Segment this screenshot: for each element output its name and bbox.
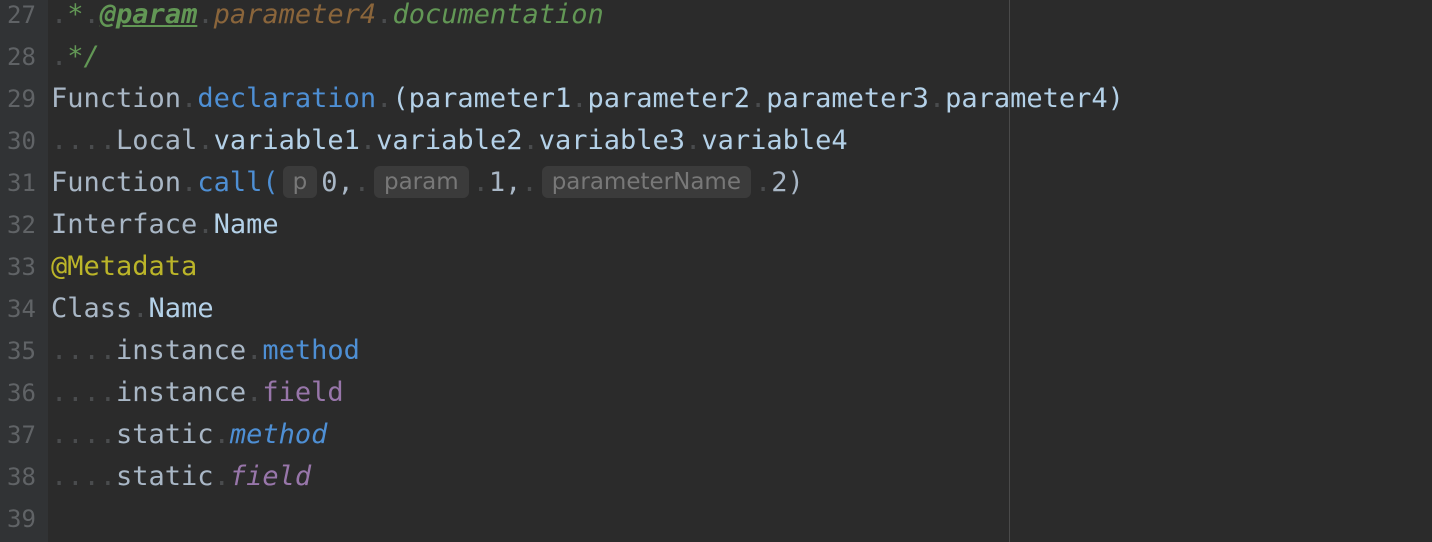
static-method: method bbox=[229, 419, 328, 450]
line-number: 29 bbox=[7, 85, 36, 113]
code-text: Function.declaration.(parameter1.paramet… bbox=[51, 83, 1124, 114]
instance-field: field bbox=[262, 377, 344, 408]
parameter: parameter3 bbox=[766, 83, 929, 114]
doc-star: * bbox=[67, 0, 84, 30]
line-number: 34 bbox=[7, 295, 36, 323]
keyword: static bbox=[116, 461, 214, 492]
code-line-34[interactable]: 34 Class.Name bbox=[0, 288, 1432, 330]
interface-name: Name bbox=[213, 209, 279, 240]
line-number: 37 bbox=[7, 421, 36, 449]
keyword: Interface bbox=[51, 209, 198, 240]
function-declaration-name: declaration bbox=[197, 83, 377, 114]
code-line-37[interactable]: 37 ....static.method bbox=[0, 414, 1432, 456]
code-line-27[interactable]: 27 .*.@param.parameter4.documentation bbox=[0, 0, 1432, 36]
keyword: Local bbox=[116, 125, 198, 156]
code-line-31[interactable]: 31 Function.call(p 0,. param .1,. parameterN… bbox=[0, 162, 1432, 204]
keyword: Function bbox=[51, 167, 182, 198]
local-variable: variable1 bbox=[213, 125, 360, 156]
code-text: ....static.field bbox=[51, 461, 312, 492]
line-number: 31 bbox=[7, 169, 36, 197]
parameter: (parameter1 bbox=[392, 83, 572, 114]
function-call-name: call( bbox=[197, 167, 279, 198]
code-text: ....instance.field bbox=[51, 377, 344, 408]
line-number: 27 bbox=[7, 1, 36, 29]
parameter-hint: param bbox=[373, 166, 469, 198]
doc-tag: @param bbox=[99, 0, 198, 30]
keyword: Class bbox=[51, 293, 133, 324]
keyword: Function bbox=[51, 83, 182, 114]
doc-text: documentation bbox=[392, 0, 604, 30]
doc-param-name: parameter4 bbox=[213, 0, 377, 30]
keyword: static bbox=[116, 419, 214, 450]
code-text: .*/ bbox=[51, 41, 100, 72]
line-number: 38 bbox=[7, 463, 36, 491]
metadata-annotation: @Metadata bbox=[51, 251, 198, 282]
argument: 0, bbox=[321, 167, 354, 198]
instance-method: method bbox=[262, 335, 360, 366]
code-text: Interface.Name bbox=[51, 209, 279, 240]
code-line-30[interactable]: 30 ....Local.variable1.variable2.variabl… bbox=[0, 120, 1432, 162]
line-number: 33 bbox=[7, 253, 36, 281]
code-text: ....Local.variable1.variable2.variable3.… bbox=[51, 125, 848, 156]
local-variable: variable3 bbox=[538, 125, 686, 156]
doc-end: */ bbox=[67, 41, 100, 72]
code-line-39[interactable]: 39 bbox=[0, 498, 1432, 540]
code-text: .*.@param.parameter4.documentation bbox=[51, 0, 604, 30]
line-number: 28 bbox=[7, 43, 36, 71]
line-number: 30 bbox=[7, 127, 36, 155]
static-field: field bbox=[229, 461, 312, 492]
keyword: instance bbox=[116, 377, 247, 408]
code-text: Function.call(p 0,. param .1,. parameterName… bbox=[51, 166, 804, 198]
line-number: 36 bbox=[7, 379, 36, 407]
code-line-35[interactable]: 35 ....instance.method bbox=[0, 330, 1432, 372]
line-number: 39 bbox=[7, 505, 36, 533]
code-text: ....static.method bbox=[51, 419, 328, 450]
code-line-33[interactable]: 33 @Metadata bbox=[0, 246, 1432, 288]
code-line-28[interactable]: 28 .*/ bbox=[0, 36, 1432, 78]
keyword: instance bbox=[116, 335, 247, 366]
line-number: 32 bbox=[7, 211, 36, 239]
parameter-hint: parameterName bbox=[541, 166, 751, 198]
class-name: Name bbox=[148, 293, 214, 324]
line-number: 35 bbox=[7, 337, 36, 365]
code-line-32[interactable]: 32 Interface.Name bbox=[0, 204, 1432, 246]
code-text: Class.Name bbox=[51, 293, 214, 324]
code-text: ....instance.method bbox=[51, 335, 360, 366]
argument: 2) bbox=[771, 167, 804, 198]
code-text: @Metadata bbox=[51, 246, 197, 288]
code-line-38[interactable]: 38 ....static.field bbox=[0, 456, 1432, 498]
argument: 1, bbox=[488, 167, 522, 198]
parameter: parameter2 bbox=[587, 83, 751, 114]
local-variable: variable4 bbox=[701, 125, 848, 156]
code-editor[interactable]: 27 .*.@param.parameter4.documentation 28… bbox=[0, 0, 1432, 542]
local-variable: variable2 bbox=[376, 125, 523, 156]
code-line-29[interactable]: 29 Function.declaration.(parameter1.para… bbox=[0, 78, 1432, 120]
parameter: parameter4) bbox=[945, 83, 1124, 114]
parameter-hint: p bbox=[282, 166, 318, 198]
code-line-36[interactable]: 36 ....instance.field bbox=[0, 372, 1432, 414]
